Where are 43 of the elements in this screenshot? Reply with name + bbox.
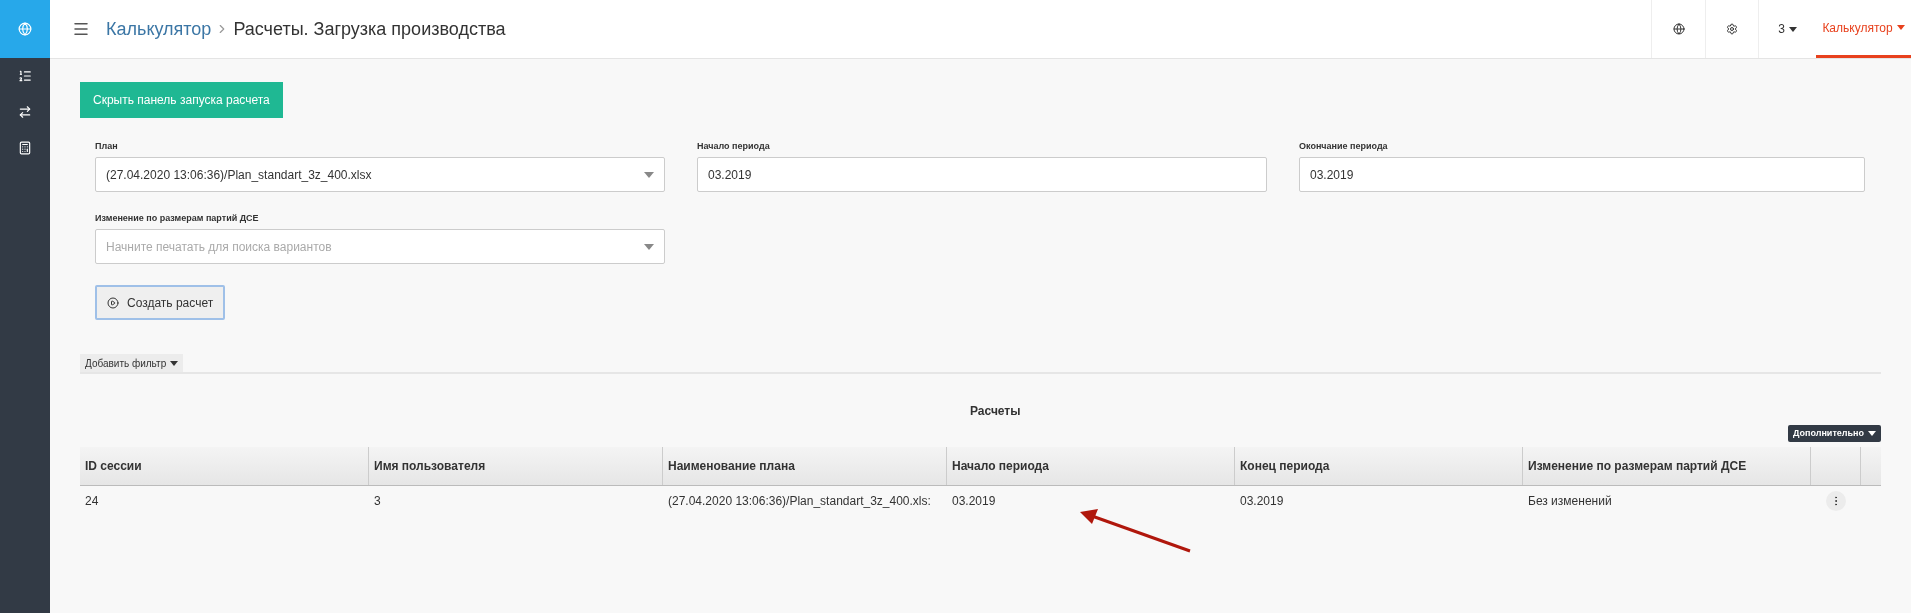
table-cell-text: Без изменений bbox=[1528, 493, 1612, 510]
field-label: Окончание периода bbox=[1299, 140, 1389, 153]
field-label: План bbox=[95, 140, 119, 153]
add-filter-button[interactable]: Добавить фильтр bbox=[80, 354, 184, 372]
column-header[interactable]: Наименование плана bbox=[663, 447, 947, 485]
period-field[interactable]: 03.2019 bbox=[697, 157, 1267, 192]
column-header[interactable]: Изменение по размерам партий ДСЕ bbox=[1523, 447, 1811, 485]
module-menu[interactable]: Калькулятор bbox=[1816, 0, 1911, 58]
breadcrumb-link[interactable]: Калькулятор bbox=[106, 15, 212, 43]
table-title: Расчеты bbox=[970, 403, 1021, 420]
arrows-icon bbox=[18, 105, 32, 119]
caret-icon bbox=[1788, 26, 1797, 32]
plan-select[interactable]: (27.04.2020 13:06:36)/Plan_standart_3z_400.xlsx bbox=[95, 157, 665, 192]
column-header[interactable]: Конец периода bbox=[1235, 447, 1523, 485]
table-cell-text: 24 bbox=[85, 493, 99, 510]
user-menu[interactable]: 3 bbox=[1758, 0, 1816, 58]
list-icon bbox=[18, 69, 32, 83]
page-title: Расчеты. Загрузка производства bbox=[233, 17, 506, 41]
globe-icon bbox=[18, 22, 32, 36]
field-label: Изменение по размерам партий ДСЕ bbox=[95, 212, 260, 225]
batch-change-select[interactable]: Начните печатать для поиска вариантов bbox=[95, 229, 665, 264]
caret-icon bbox=[170, 360, 179, 366]
period-field[interactable]: 03.2019 bbox=[1299, 157, 1865, 192]
calculator-icon bbox=[18, 141, 32, 155]
menu-icon[interactable] bbox=[72, 20, 90, 38]
caret-icon bbox=[1896, 25, 1905, 30]
batch-change-input[interactable]: Начните печатать для поиска вариантов bbox=[106, 237, 644, 256]
table-cell-text: (27.04.2020 13:06:36)/Plan_standart_3z_400.xls: bbox=[668, 493, 931, 510]
dropdown-caret-icon bbox=[644, 243, 654, 250]
gear-icon bbox=[1726, 23, 1738, 35]
column-header[interactable]: Имя пользователя bbox=[369, 447, 663, 485]
field-label: Начало периода bbox=[697, 140, 771, 153]
play-icon bbox=[107, 296, 119, 309]
caret-icon bbox=[1868, 431, 1876, 436]
more-button[interactable]: Дополнительно bbox=[1788, 425, 1881, 442]
dropdown-caret-icon bbox=[644, 171, 654, 178]
table-cell-text: 3 bbox=[374, 493, 381, 510]
table-cell-text: 03.2019 bbox=[952, 493, 996, 510]
globe-icon bbox=[1672, 23, 1685, 35]
create-calculation-button[interactable]: Создать расчет bbox=[95, 285, 226, 320]
table-cell-text: 03.2019 bbox=[1240, 493, 1284, 510]
column-header[interactable]: ID сессии bbox=[80, 447, 369, 485]
column-header[interactable]: Начало периода bbox=[947, 447, 1235, 485]
